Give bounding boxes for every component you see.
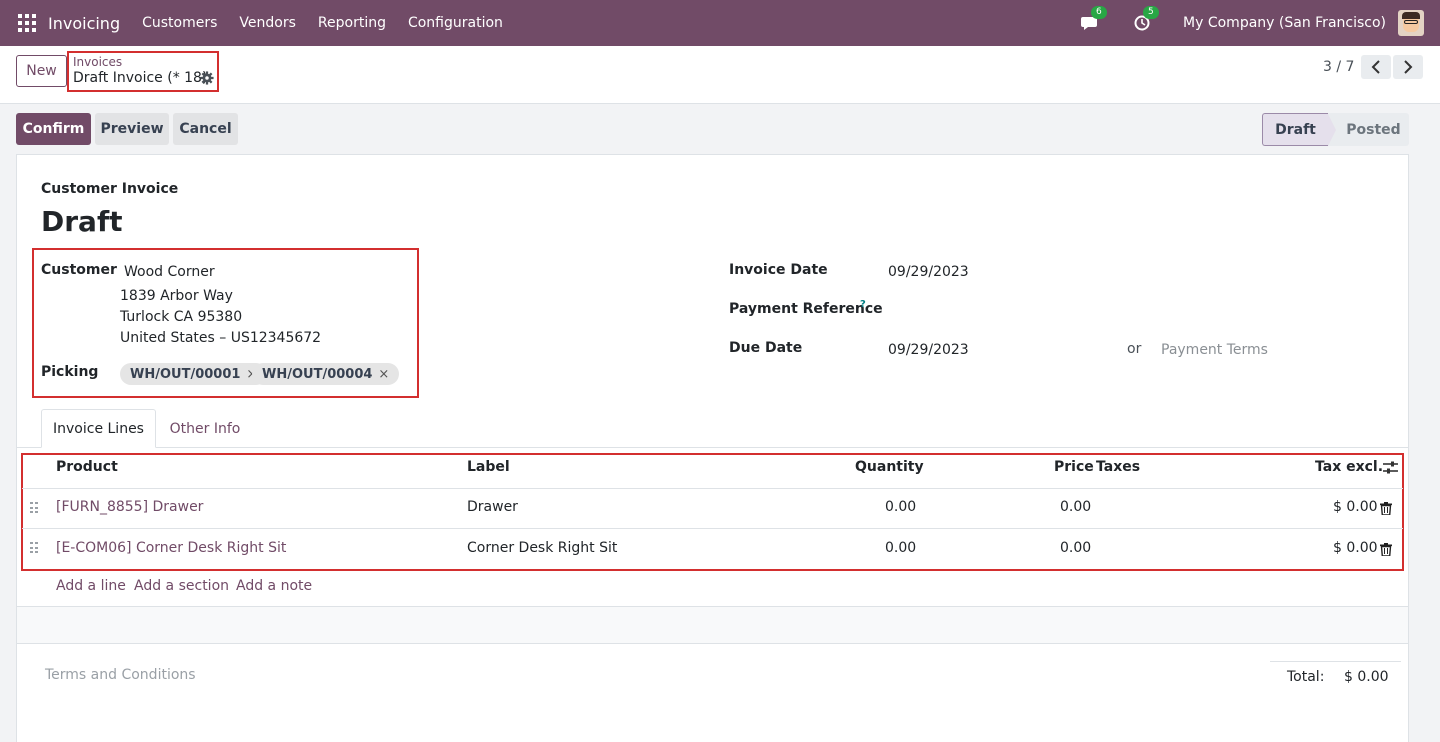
move-type-label: Customer Invoice <box>41 181 179 197</box>
pager-previous-button[interactable] <box>1361 55 1391 79</box>
line-quantity[interactable]: 0.00 <box>885 499 916 515</box>
messages-count-badge: 6 <box>1091 6 1107 19</box>
gear-icon[interactable] <box>200 71 214 85</box>
activities-button[interactable]: 5 <box>1131 6 1159 34</box>
cancel-button[interactable]: Cancel <box>173 113 238 145</box>
invoice-date-label: Invoice Date <box>729 262 828 278</box>
line-product[interactable]: [FURN_8855] Drawer <box>56 499 203 515</box>
line-subtotal: $ 0.00 <box>1333 499 1378 515</box>
menu-vendors[interactable]: Vendors <box>239 15 295 31</box>
tab-invoice-lines[interactable]: Invoice Lines <box>41 409 156 448</box>
drag-handle-icon[interactable] <box>30 502 38 514</box>
breadcrumb-current-record: Draft Invoice (* 18) <box>73 70 208 86</box>
line-quantity[interactable]: 0.00 <box>885 540 916 556</box>
pager-value[interactable]: 3 / 7 <box>1323 59 1354 75</box>
terms-conditions-field[interactable]: Terms and Conditions <box>45 667 196 683</box>
row-divider <box>22 488 1403 489</box>
customer-address-line3: United States – US12345672 <box>120 330 322 346</box>
column-price[interactable]: Price <box>1054 459 1094 475</box>
row-divider <box>22 528 1403 529</box>
column-tax-excl[interactable]: Tax excl. <box>1315 459 1383 475</box>
or-label: or <box>1127 341 1142 357</box>
apps-grid-icon[interactable] <box>18 14 36 32</box>
customer-address-line2: Turlock CA 95380 <box>120 309 243 325</box>
menu-configuration[interactable]: Configuration <box>408 15 503 31</box>
column-product[interactable]: Product <box>56 459 118 475</box>
lines-footer-band <box>17 606 1408 644</box>
trash-icon[interactable] <box>1380 502 1392 515</box>
confirm-button[interactable]: Confirm <box>16 113 91 145</box>
picking-tag[interactable]: WH/OUT/00004 × <box>252 363 400 385</box>
breadcrumb: Invoices Draft Invoice (* 18) <box>67 51 219 92</box>
total-divider <box>1270 661 1401 662</box>
stage-draft: Draft <box>1262 113 1336 146</box>
control-panel: New Invoices Draft Invoice (* 18) 3 / 7 <box>0 46 1440 104</box>
line-price[interactable]: 0.00 <box>1060 499 1091 515</box>
line-price[interactable]: 0.00 <box>1060 540 1091 556</box>
messages-button[interactable]: 6 <box>1079 6 1107 34</box>
invoice-title: Draft <box>41 205 123 238</box>
chevron-right-icon <box>1404 60 1413 74</box>
customer-label: Customer <box>41 262 117 278</box>
line-label[interactable]: Corner Desk Right Sit <box>467 540 617 556</box>
app-name[interactable]: Invoicing <box>48 14 120 33</box>
column-label[interactable]: Label <box>467 459 510 475</box>
total-label: Total: <box>1287 669 1325 685</box>
add-note-link[interactable]: Add a note <box>236 578 312 594</box>
chevron-left-icon <box>1371 60 1380 74</box>
payment-terms-field[interactable]: Payment Terms <box>1161 342 1268 358</box>
line-product[interactable]: [E-COM06] Corner Desk Right Sit <box>56 540 286 556</box>
form-sheet: Customer Invoice Draft Customer Wood Cor… <box>16 154 1409 742</box>
breadcrumb-invoices[interactable]: Invoices <box>73 55 122 69</box>
optional-columns-icon[interactable] <box>1383 461 1398 474</box>
add-section-link[interactable]: Add a section <box>134 578 229 594</box>
menu-customers[interactable]: Customers <box>142 15 217 31</box>
new-button[interactable]: New <box>16 55 67 87</box>
trash-icon[interactable] <box>1380 543 1392 556</box>
pager-next-button[interactable] <box>1393 55 1423 79</box>
stage-posted[interactable]: Posted <box>1328 113 1409 146</box>
status-bar: Draft Posted <box>1262 113 1409 146</box>
picking-tag[interactable]: WH/OUT/00001× <box>120 363 268 385</box>
drag-handle-icon[interactable] <box>30 542 38 554</box>
invoice-date-field[interactable]: 09/29/2023 <box>888 264 969 280</box>
due-date-field[interactable]: 09/29/2023 <box>888 342 969 358</box>
top-navbar: Invoicing Customers Vendors Reporting Co… <box>0 0 1440 46</box>
user-avatar[interactable] <box>1398 10 1424 36</box>
column-quantity[interactable]: Quantity <box>855 459 924 475</box>
add-line-link[interactable]: Add a line <box>56 578 126 594</box>
column-taxes[interactable]: Taxes <box>1096 459 1140 475</box>
line-label[interactable]: Drawer <box>467 499 518 515</box>
picking-tag-label: WH/OUT/00004 <box>262 366 373 382</box>
due-date-label: Due Date <box>729 340 803 356</box>
line-subtotal: $ 0.00 <box>1333 540 1378 556</box>
picking-tag-label: WH/OUT/00001 <box>130 366 241 382</box>
company-switcher[interactable]: My Company (San Francisco) <box>1183 15 1386 31</box>
customer-field[interactable]: Wood Corner <box>124 264 215 280</box>
preview-button[interactable]: Preview <box>95 113 169 145</box>
picking-label: Picking <box>41 364 99 380</box>
payment-reference-help[interactable]: ? <box>860 299 866 310</box>
activities-count-badge: 5 <box>1143 6 1159 19</box>
total-value: $ 0.00 <box>1344 669 1389 685</box>
remove-tag-icon[interactable]: × <box>378 367 389 382</box>
tab-other-info[interactable]: Other Info <box>163 409 247 448</box>
customer-address-line1: 1839 Arbor Way <box>120 288 233 304</box>
menu-reporting[interactable]: Reporting <box>318 15 386 31</box>
